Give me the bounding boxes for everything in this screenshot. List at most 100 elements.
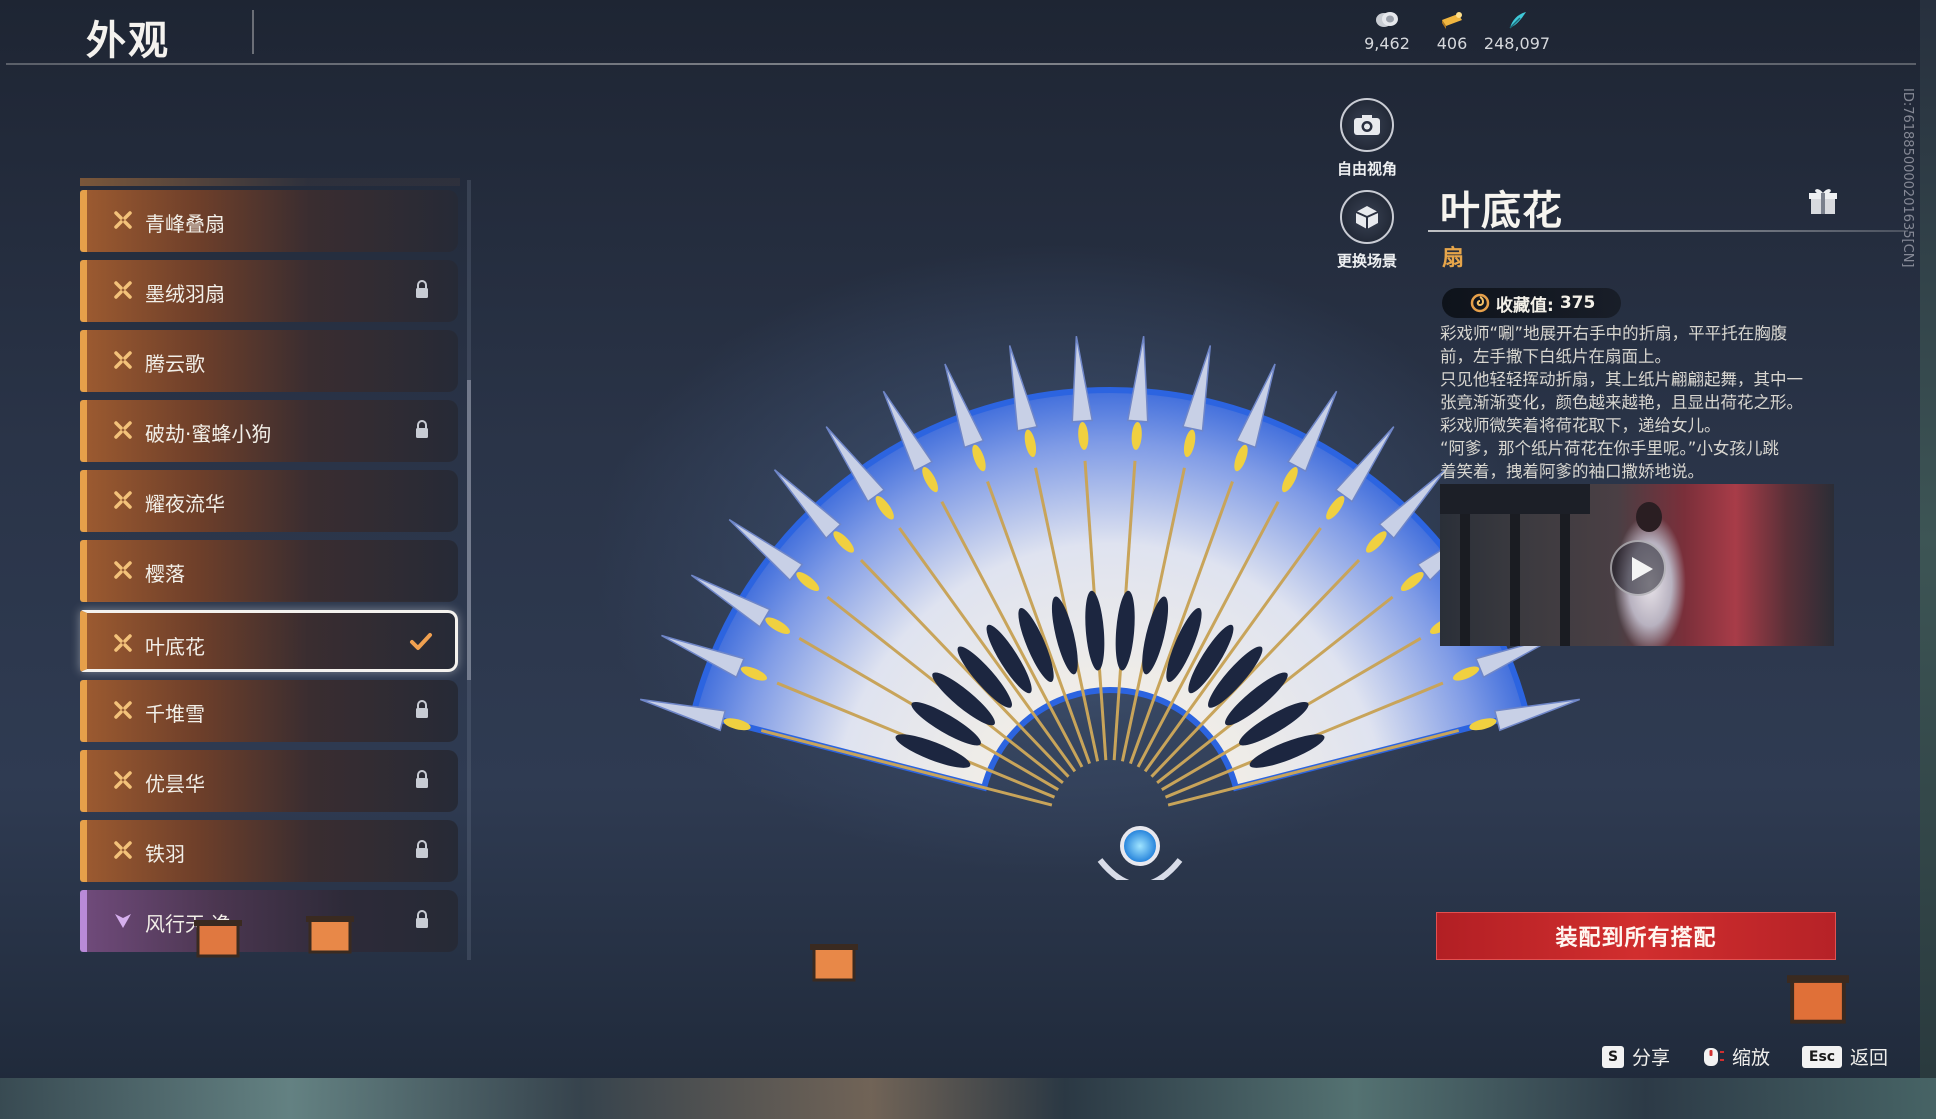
title-divider xyxy=(252,10,254,54)
gold-ticket-icon xyxy=(1442,12,1462,29)
currency-gold: 406 xyxy=(1417,10,1487,53)
lock-icon xyxy=(416,280,428,298)
list-item-label: 铁羽 xyxy=(145,842,185,866)
list-item[interactable]: 腾云歌 xyxy=(80,330,458,392)
list-item[interactable]: 青峰叠扇 xyxy=(80,190,458,252)
zoom-label: 缩放 xyxy=(1732,1047,1771,1069)
back-hint[interactable]: Esc 返回 xyxy=(1802,1043,1888,1070)
scenery-strip xyxy=(0,1078,1936,1119)
list-item-label: 耀夜流华 xyxy=(145,492,225,516)
check-icon xyxy=(410,633,432,650)
description-line: “阿爹，那个纸片荷花在你手里呢。”小女孩儿跳 xyxy=(1440,439,1779,458)
lantern-decoration xyxy=(810,944,858,982)
lock-icon xyxy=(416,420,428,438)
description-line: 只见他轻轻挥动折扇，其上纸片翩翩起舞，其中一 xyxy=(1440,370,1803,389)
list-item-label: 腾云歌 xyxy=(145,352,205,376)
currency-jade: 248,097 xyxy=(1482,10,1552,53)
scenery-edge xyxy=(1920,0,1936,1078)
share-label: 分享 xyxy=(1632,1047,1671,1069)
fan-spike xyxy=(1071,336,1094,423)
thumb-pillar xyxy=(1510,514,1520,646)
list-item-label: 破劫·蜜蜂小狗 xyxy=(145,422,272,446)
lantern-decoration xyxy=(306,916,354,954)
rarity-petal-icon xyxy=(114,491,132,509)
rarity-petal-icon xyxy=(114,701,132,719)
collection-swirl-icon xyxy=(1470,293,1490,313)
header-divider xyxy=(6,63,1916,65)
list-item[interactable]: 优昙华 xyxy=(80,750,458,812)
version-id: ID:7618850000201635[CN] xyxy=(1900,88,1915,268)
currency-coins: 9,462 xyxy=(1352,10,1422,53)
equip-all-label: 装配到所有搭配 xyxy=(1555,926,1717,951)
change-scene-label: 更换场景 xyxy=(1336,252,1397,270)
list-item[interactable]: 墨绒羽扇 xyxy=(80,260,458,322)
description-line: 彩戏师“唰”地展开右手中的折扇，平平托在胸腹 xyxy=(1440,324,1788,343)
lantern-decoration xyxy=(194,920,242,958)
list-item-label: 樱落 xyxy=(145,562,185,586)
mouse-scroll-icon xyxy=(1704,1047,1724,1066)
thumb-roof xyxy=(1440,484,1590,514)
list-item-label: 优昙华 xyxy=(145,772,205,796)
back-label: 返回 xyxy=(1850,1047,1889,1069)
list-item[interactable]: 风行天·逸 xyxy=(80,890,458,952)
description-line: 彩戏师微笑着将荷花取下，递给女儿。 xyxy=(1440,416,1721,435)
thumb-pillar xyxy=(1460,514,1470,646)
rarity-petal-icon xyxy=(114,771,132,789)
collection-value-badge: 收藏值: 375 xyxy=(1442,288,1622,318)
rarity-petal-icon xyxy=(114,421,132,439)
list-item[interactable]: 樱落 xyxy=(80,540,458,602)
header: 外观 9,462 406 248,097 xyxy=(0,0,1920,66)
scene-cube-icon xyxy=(1355,206,1379,229)
share-hint[interactable]: S 分享 xyxy=(1602,1043,1670,1070)
rarity-petal-icon xyxy=(114,211,132,229)
page-title: 外观 xyxy=(86,18,170,64)
item-type: 扇 xyxy=(1442,246,1465,271)
currency-gold-value: 406 xyxy=(1436,34,1468,53)
rarity-petal-icon xyxy=(114,841,132,859)
play-icon xyxy=(1632,557,1653,581)
free-view-button[interactable]: 自由视角 xyxy=(1322,98,1412,179)
list-item[interactable]: 千堆雪 xyxy=(80,680,458,742)
collection-value: 375 xyxy=(1559,293,1596,313)
list-scrollbar-thumb[interactable] xyxy=(467,380,471,680)
gift-icon[interactable] xyxy=(1808,186,1838,216)
description-line: 着笑着，拽着阿爹的袖口撒娇地说。 xyxy=(1440,462,1704,481)
list-item[interactable]: 耀夜流华 xyxy=(80,470,458,532)
rarity-petal-icon xyxy=(114,561,132,579)
thumb-character-head xyxy=(1636,502,1662,532)
list-item-label: 青峰叠扇 xyxy=(145,212,225,236)
lock-icon xyxy=(416,840,428,858)
lantern-decoration xyxy=(1787,975,1849,1024)
fan-spike xyxy=(1126,336,1149,423)
description-line: 张竟渐渐变化，颜色越来越艳，且显出荷花之形。 xyxy=(1440,393,1803,412)
preview-video-thumbnail[interactable] xyxy=(1440,484,1834,646)
list-item-label: 千堆雪 xyxy=(145,702,205,726)
rarity-petal-icon xyxy=(114,351,132,369)
list-item-label: 墨绒羽扇 xyxy=(145,282,225,306)
share-key: S xyxy=(1602,1045,1624,1068)
lock-icon xyxy=(416,770,428,788)
camera-icon xyxy=(1354,115,1380,135)
list-item[interactable]: 铁羽 xyxy=(80,820,458,882)
zoom-hint[interactable]: 缩放 xyxy=(1700,1043,1770,1070)
item-description: 彩戏师“唰”地展开右手中的折扇，平平托在胸腹 前，左手撒下白纸片在扇面上。只见他轻… xyxy=(1440,322,1844,483)
play-button[interactable] xyxy=(1610,540,1666,596)
coin-stack-icon xyxy=(1376,12,1398,27)
esc-key: Esc xyxy=(1802,1045,1842,1068)
description-line: 前，左手撒下白纸片在扇面上。 xyxy=(1440,347,1671,366)
list-item[interactable]: 破劫·蜜蜂小狗 xyxy=(80,400,458,462)
item-name: 叶底花 xyxy=(1440,188,1563,234)
lock-icon xyxy=(416,700,428,718)
fan-pivot-gem xyxy=(1120,826,1160,866)
equip-all-button[interactable]: 装配到所有搭配 xyxy=(1436,912,1836,960)
lock-icon xyxy=(416,910,428,928)
list-item[interactable]: 叶底花 xyxy=(80,610,458,672)
currency-jade-value: 248,097 xyxy=(1483,34,1551,53)
list-item-label: 叶底花 xyxy=(145,635,205,659)
collection-label: 收藏值: xyxy=(1496,295,1554,316)
change-scene-button[interactable]: 更换场景 xyxy=(1322,190,1412,271)
rarity-flower-icon xyxy=(115,914,131,928)
thumb-pillar xyxy=(1560,514,1570,646)
currency-coins-value: 9,462 xyxy=(1364,34,1410,53)
rarity-petal-icon xyxy=(114,281,132,299)
